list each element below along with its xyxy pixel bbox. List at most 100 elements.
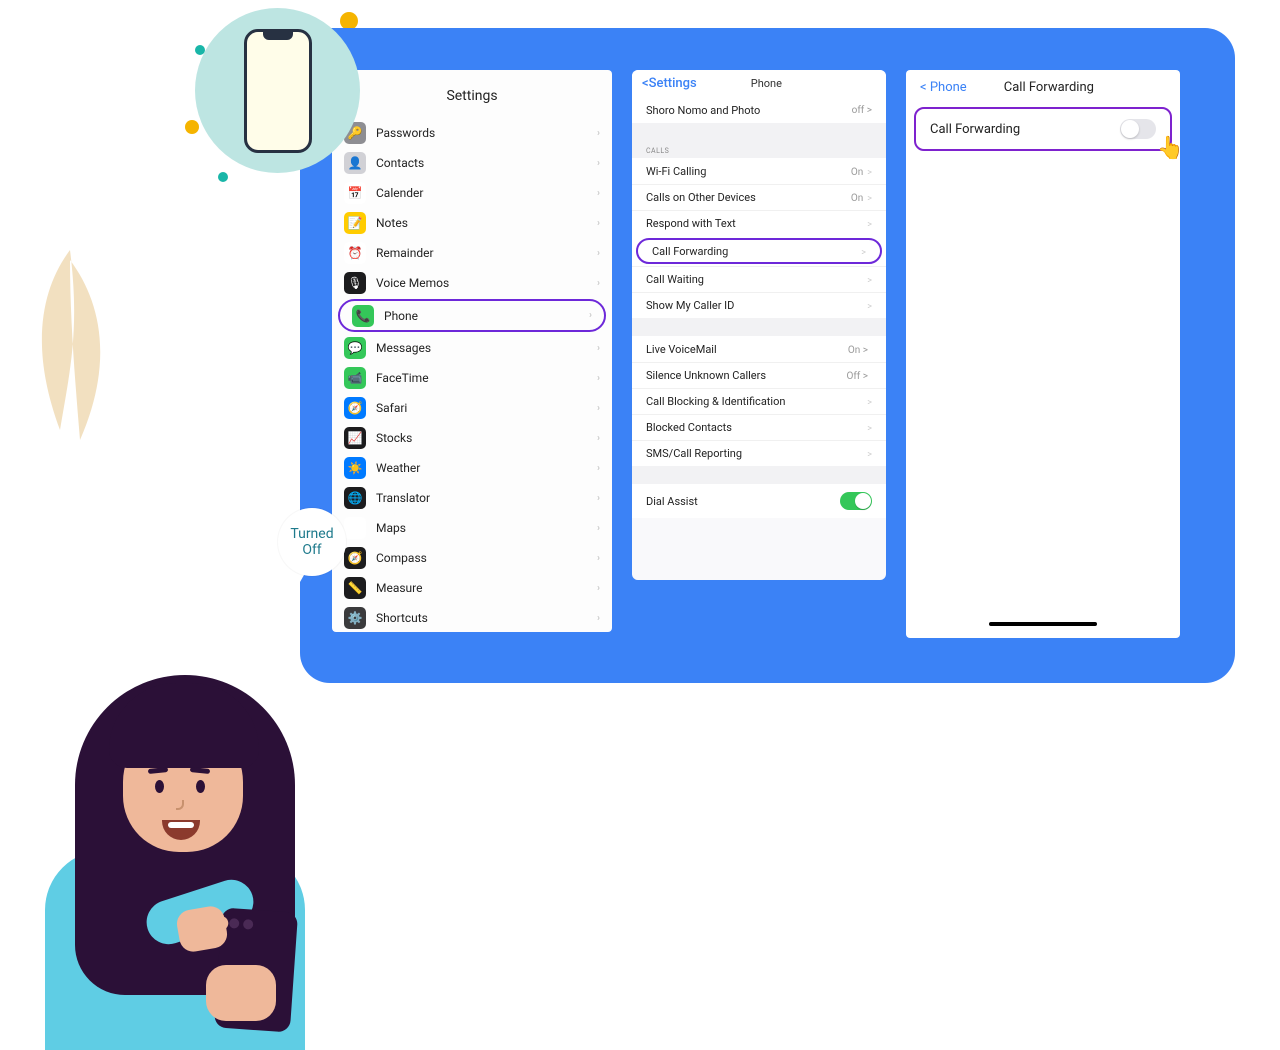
cf-row-label: Call Forwarding	[930, 122, 1020, 137]
speech-bubble: Turned Off	[278, 508, 346, 576]
row-label: Call Forwarding	[652, 245, 728, 258]
chevron-right-icon: >	[867, 168, 872, 178]
settings-row-label: Weather	[376, 461, 420, 475]
chevron-right-icon: ›	[597, 433, 600, 444]
chevron-right-icon: >	[867, 398, 872, 408]
settings-row-notes[interactable]: 📝Notes›	[332, 208, 612, 238]
speech-line1: Turned	[290, 526, 333, 542]
chevron-right-icon: ›	[597, 493, 600, 504]
settings-row-maps[interactable]: 🗺Maps›	[332, 513, 612, 543]
phone-row-calls-on-other-devices[interactable]: Calls on Other DevicesOn>	[632, 184, 886, 210]
settings-row-label: Messages	[376, 341, 431, 355]
settings-row-weather[interactable]: ☀️Weather›	[332, 453, 612, 483]
chevron-right-icon: >	[867, 220, 872, 230]
settings-row-label: Contacts	[376, 156, 424, 170]
app-icon: 🌐	[344, 487, 366, 509]
row-value: On >	[848, 345, 868, 356]
row-value: off >	[852, 105, 872, 116]
settings-row-messages[interactable]: 💬Messages›	[332, 333, 612, 363]
call-forwarding-panel: < Phone Call Forwarding Call Forwarding …	[906, 70, 1180, 638]
app-icon: 📅	[344, 182, 366, 204]
settings-row-contacts[interactable]: 👤Contacts›	[332, 148, 612, 178]
woman-illustration	[0, 330, 320, 730]
chevron-right-icon: >	[867, 194, 872, 204]
settings-row-translator[interactable]: 🌐Translator›	[332, 483, 612, 513]
settings-row-compass[interactable]: 🧭Compass›	[332, 543, 612, 573]
chevron-right-icon: >	[861, 248, 866, 258]
settings-row-safari[interactable]: 🧭Safari›	[332, 393, 612, 423]
speech-line2: Off	[290, 542, 333, 558]
settings-row-facetime[interactable]: 📹FaceTime›	[332, 363, 612, 393]
settings-row-passwords[interactable]: 🔑Passwords›	[332, 118, 612, 148]
chevron-right-icon: ›	[597, 373, 600, 384]
settings-row-measure[interactable]: 📏Measure›	[332, 573, 612, 603]
app-icon: 🧭	[344, 397, 366, 419]
settings-row-label: Shortcuts	[376, 611, 428, 625]
settings-row-label: Remainder	[376, 246, 434, 260]
row-label: SMS/Call Reporting	[646, 447, 742, 460]
chevron-right-icon: >	[867, 450, 872, 460]
settings-row-shortcuts[interactable]: ⚙️ Shortcuts ›	[332, 603, 612, 632]
app-icon: 🗺	[344, 517, 366, 539]
app-icon: 👤	[344, 152, 366, 174]
row-label: Live VoiceMail	[646, 343, 717, 356]
row-value: On	[851, 193, 863, 204]
settings-row-phone[interactable]: 📞Phone›	[338, 299, 606, 332]
call-forwarding-toggle[interactable]	[1120, 119, 1156, 139]
settings-row-label: Calender	[376, 186, 423, 200]
app-icon: ⚙️	[344, 607, 366, 629]
row-label: Wi-Fi Calling	[646, 165, 706, 178]
settings-row-remainder[interactable]: ⏰Remainder›	[332, 238, 612, 268]
phone-row-show-my-caller-id[interactable]: Show My Caller ID>	[632, 292, 886, 318]
home-indicator	[989, 622, 1097, 626]
app-icon: 📹	[344, 367, 366, 389]
iphone-illustration	[195, 8, 360, 173]
phone-row-blocked-contacts[interactable]: Blocked Contacts>	[632, 414, 886, 440]
chevron-right-icon: ›	[597, 613, 600, 624]
cursor-click-icon: 👆	[1157, 136, 1180, 161]
call-forwarding-toggle-row[interactable]: Call Forwarding 👆	[914, 107, 1172, 151]
settings-row-voice-memos[interactable]: 🎙Voice Memos›	[332, 268, 612, 298]
row-label: Respond with Text	[646, 217, 736, 230]
settings-row-label: Compass	[376, 551, 427, 565]
row-label: Call Waiting	[646, 273, 704, 286]
settings-row-label: Notes	[376, 216, 408, 230]
phone-row-respond-with-text[interactable]: Respond with Text >	[632, 210, 886, 236]
chevron-right-icon: ›	[597, 248, 600, 259]
dial-assist-label: Dial Assist	[646, 495, 698, 508]
row-value: Off >	[846, 371, 868, 382]
app-icon: 📝	[344, 212, 366, 234]
chevron-right-icon: ›	[597, 128, 600, 139]
phone-row-call-waiting[interactable]: Call Waiting >	[632, 266, 886, 292]
phone-row-sms-call-reporting[interactable]: SMS/Call Reporting >	[632, 440, 886, 466]
dial-assist-toggle[interactable]	[840, 492, 872, 510]
phone-row-wi-fi-calling[interactable]: Wi-Fi Calling On >	[632, 158, 886, 184]
chevron-right-icon: ›	[597, 523, 600, 534]
chevron-right-icon: >	[867, 276, 872, 286]
phone-row-call-forwarding[interactable]: Call Forwarding >	[636, 238, 882, 264]
phone-panel-title: Phone	[657, 77, 876, 90]
chevron-right-icon: ›	[589, 310, 592, 321]
settings-row-label: Measure	[376, 581, 423, 595]
phone-row-live-voicemail[interactable]: Live VoiceMail On >	[632, 336, 886, 362]
settings-row-calender[interactable]: 📅Calender›	[332, 178, 612, 208]
phone-row-silence-unknown-callers[interactable]: Silence Unknown CallersOff >	[632, 362, 886, 388]
app-icon: 🎙	[344, 272, 366, 294]
settings-row-label: Stocks	[376, 431, 412, 445]
app-icon: 📏	[344, 577, 366, 599]
row-label: Call Blocking & Identification	[646, 395, 785, 408]
tutorial-frame: Settings 🔑Passwords› 👤 Contacts › 📅 Calender ›…	[300, 28, 1235, 683]
phone-row-call-blocking-identification[interactable]: Call Blocking & Identification >	[632, 388, 886, 414]
settings-row-label: Safari	[376, 401, 407, 415]
cf-header: < Phone Call Forwarding	[906, 70, 1180, 103]
app-icon: 💬	[344, 337, 366, 359]
settings-row-label: Voice Memos	[376, 276, 449, 290]
row-value: On	[851, 167, 863, 178]
share-name-photo-row[interactable]: Shoro Nomo and Photo off >	[632, 97, 886, 123]
settings-row-stocks[interactable]: 📈Stocks›	[332, 423, 612, 453]
decor-dot	[185, 120, 199, 134]
dial-assist-row[interactable]: Dial Assist	[632, 484, 886, 518]
row-label: Shoro Nomo and Photo	[646, 104, 760, 117]
chevron-right-icon: ›	[597, 463, 600, 474]
settings-title: Settings	[332, 70, 612, 118]
